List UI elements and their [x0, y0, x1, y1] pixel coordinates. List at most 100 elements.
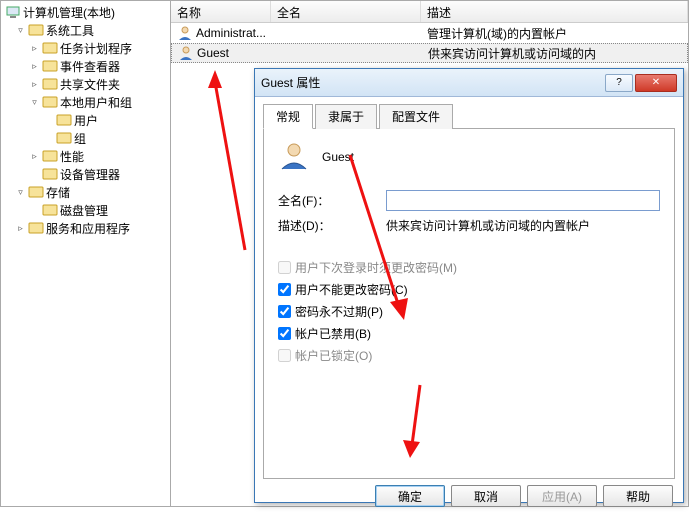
expand-icon[interactable] [29, 205, 40, 216]
expand-icon[interactable]: ▹ [29, 61, 40, 72]
perf-icon [42, 148, 58, 164]
checkbox [278, 349, 291, 362]
nav-tree: 计算机管理(本地) ▿ 系统工具 ▹ 任务计划程序 ▹ 事件查看器 ▹ 共享文件夹 ▿ 本地用户和… [1, 1, 171, 506]
expand-icon[interactable]: ▿ [15, 25, 26, 36]
checkbox[interactable] [278, 283, 291, 296]
checkbox-row[interactable]: 密码永不过期(P) [278, 303, 660, 320]
checkbox[interactable] [278, 327, 291, 340]
tree-item-share[interactable]: ▹ 共享文件夹 [1, 75, 170, 93]
list-row[interactable]: Guest 供来宾访问计算机或访问域的内 [171, 43, 688, 63]
col-desc[interactable]: 描述 [421, 1, 688, 22]
checkbox-label: 用户不能更改密码(C) [295, 281, 408, 298]
tree-item-label: 本地用户和组 [60, 94, 132, 111]
tree-item-label: 任务计划程序 [60, 40, 132, 57]
dialog-buttons: 确定 取消 应用(A) 帮助 [255, 479, 683, 513]
tree-item-disk[interactable]: 磁盘管理 [1, 201, 170, 219]
cell-name: Guest [197, 46, 229, 60]
folder-icon [56, 112, 72, 128]
expand-icon[interactable]: ▹ [29, 79, 40, 90]
cancel-button[interactable]: 取消 [451, 485, 521, 507]
expand-icon[interactable]: ▹ [29, 43, 40, 54]
tree-item-label: 设备管理器 [60, 166, 120, 183]
checkbox [278, 261, 291, 274]
tab-memberof[interactable]: 隶属于 [315, 104, 377, 129]
expand-icon[interactable]: ▿ [15, 187, 26, 198]
col-name[interactable]: 名称 [171, 1, 271, 22]
checkbox-row: 帐户已锁定(O) [278, 347, 660, 364]
close-icon[interactable]: ✕ [635, 74, 677, 92]
event-icon [42, 58, 58, 74]
tree-item-label: 用户 [74, 112, 98, 129]
user-icon [278, 139, 310, 174]
cell-name: Administrat... [196, 26, 266, 40]
tree-item-label: 组 [74, 130, 86, 147]
tree-item-label: 事件查看器 [60, 58, 120, 75]
tree-item-label: 性能 [60, 148, 84, 165]
help-button[interactable]: 帮助 [603, 485, 673, 507]
tree-item-services[interactable]: ▹ 服务和应用程序 [1, 219, 170, 237]
col-fullname[interactable]: 全名 [271, 1, 421, 22]
checkbox-row[interactable]: 用户不能更改密码(C) [278, 281, 660, 298]
tree-item-clock[interactable]: ▹ 任务计划程序 [1, 39, 170, 57]
tree-item-folder[interactable]: 用户 [1, 111, 170, 129]
tree-item-label: 共享文件夹 [60, 76, 120, 93]
properties-dialog: Guest 属性 ? ✕ 常规 隶属于 配置文件 Guest 全名(F)： 描述… [254, 68, 684, 503]
checkbox-row: 用户下次登录时须更改密码(M) [278, 259, 660, 276]
expand-icon[interactable] [43, 115, 54, 126]
tree-root-label: 计算机管理(本地) [23, 4, 115, 21]
tab-panel-general: Guest 全名(F)： 描述(D)： 供来宾访问计算机或访问域的内置帐户 用户… [263, 129, 675, 479]
expand-icon[interactable]: ▹ [29, 151, 40, 162]
dialog-title-text: Guest 属性 [261, 74, 603, 91]
expand-icon[interactable] [29, 169, 40, 180]
checkbox-label: 用户下次登录时须更改密码(M) [295, 259, 457, 276]
tree-item-perf[interactable]: ▹ 性能 [1, 147, 170, 165]
checkbox-label: 帐户已禁用(B) [295, 325, 371, 342]
user-icon [177, 25, 193, 41]
share-icon [42, 76, 58, 92]
user-icon [178, 45, 194, 61]
tree-item-label: 系统工具 [46, 22, 94, 39]
ok-button[interactable]: 确定 [375, 485, 445, 507]
checkbox-label: 帐户已锁定(O) [295, 347, 372, 364]
tools-icon [28, 22, 44, 38]
list-row[interactable]: Administrat... 管理计算机(域)的内置帐户 [171, 23, 688, 43]
computer-icon [5, 4, 21, 20]
tab-general[interactable]: 常规 [263, 104, 313, 129]
expand-icon[interactable]: ▿ [29, 97, 40, 108]
tree-item-tools[interactable]: ▿ 系统工具 [1, 21, 170, 39]
list-header: 名称 全名 描述 [171, 1, 688, 23]
apply-button[interactable]: 应用(A) [527, 485, 597, 507]
fullname-field[interactable] [386, 190, 660, 211]
fullname-label: 全名(F)： [278, 192, 386, 209]
tab-profile[interactable]: 配置文件 [379, 104, 453, 129]
expand-icon[interactable] [43, 133, 54, 144]
tree-item-storage[interactable]: ▿ 存储 [1, 183, 170, 201]
tab-strip: 常规 隶属于 配置文件 [263, 103, 675, 129]
cell-desc: 供来宾访问计算机或访问域的内 [422, 45, 687, 62]
expand-icon[interactable]: ▹ [15, 223, 26, 234]
checkbox-label: 密码永不过期(P) [295, 303, 383, 320]
storage-icon [28, 184, 44, 200]
users-icon [42, 94, 58, 110]
services-icon [28, 220, 44, 236]
checkbox-row[interactable]: 帐户已禁用(B) [278, 325, 660, 342]
tree-item-folder[interactable]: 组 [1, 129, 170, 147]
disk-icon [42, 202, 58, 218]
tree-item-label: 存储 [46, 184, 70, 201]
tree-item-label: 服务和应用程序 [46, 220, 130, 237]
desc-label: 描述(D)： [278, 217, 386, 234]
folder-icon [56, 130, 72, 146]
tree-item-users[interactable]: ▿ 本地用户和组 [1, 93, 170, 111]
tree-item-device[interactable]: 设备管理器 [1, 165, 170, 183]
tree-item-event[interactable]: ▹ 事件查看器 [1, 57, 170, 75]
help-button-icon[interactable]: ? [605, 74, 633, 92]
desc-value: 供来宾访问计算机或访问域的内置帐户 [386, 217, 590, 234]
checkbox[interactable] [278, 305, 291, 318]
username-text: Guest [322, 150, 354, 164]
tree-item-label: 磁盘管理 [60, 202, 108, 219]
cell-desc: 管理计算机(域)的内置帐户 [421, 25, 688, 42]
dialog-titlebar[interactable]: Guest 属性 ? ✕ [255, 69, 683, 97]
clock-icon [42, 40, 58, 56]
device-icon [42, 166, 58, 182]
tree-root[interactable]: 计算机管理(本地) [1, 3, 170, 21]
